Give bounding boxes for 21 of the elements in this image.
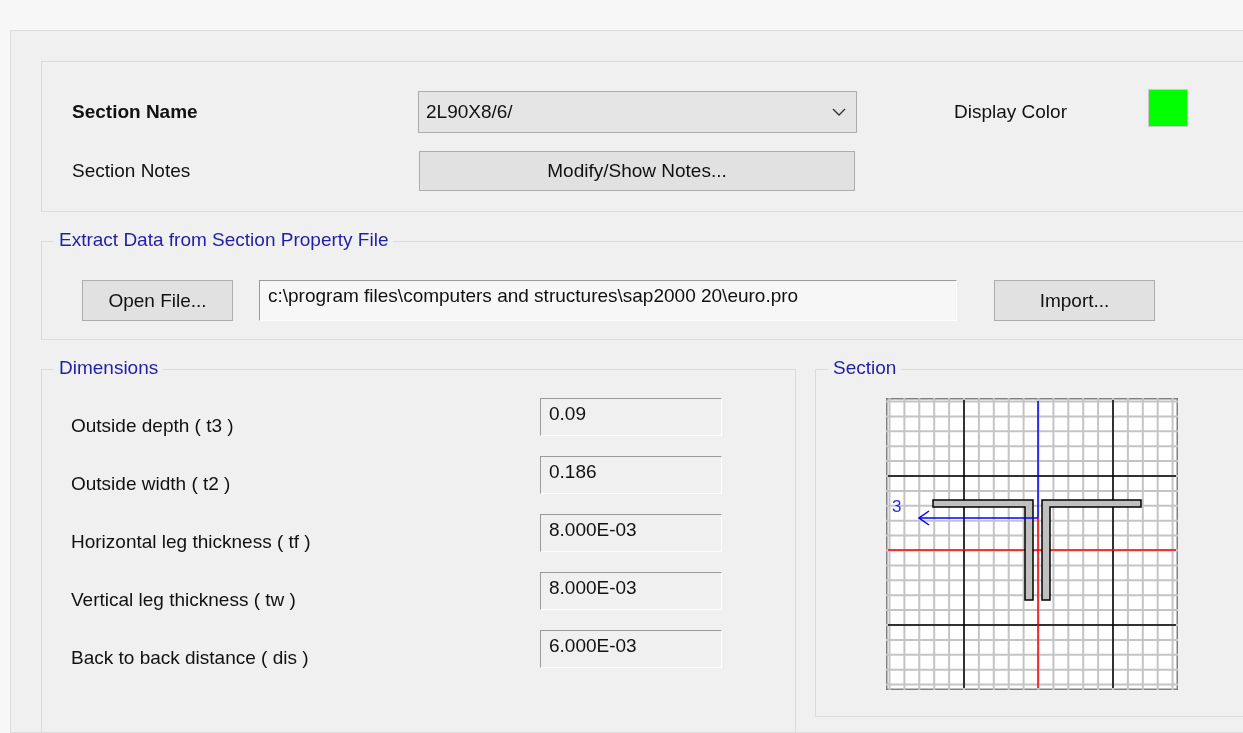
dimension-input[interactable]: 8.000E-03 <box>540 572 722 610</box>
display-color-label: Display Color <box>954 101 1068 123</box>
dimension-input[interactable]: 6.000E-03 <box>540 630 722 668</box>
import-button[interactable]: Import... <box>994 280 1155 321</box>
section-notes-label: Section Notes <box>71 160 192 182</box>
dimension-label: Vertical leg thickness ( tw ) <box>71 588 297 611</box>
dimension-label: Back to back distance ( dis ) <box>71 646 310 669</box>
color-swatch[interactable] <box>1148 89 1188 127</box>
dimension-input[interactable]: 0.09 <box>540 398 722 436</box>
open-file-button[interactable]: Open File... <box>82 280 233 321</box>
dimension-input[interactable]: 0.186 <box>540 456 722 494</box>
file-path-field[interactable]: c:\program files\computers and structures\sap2000 20\euro.pro <box>259 280 957 321</box>
dimension-input[interactable]: 8.000E-03 <box>540 514 722 552</box>
section-name-dropdown[interactable]: 2L90X8/6/ <box>418 91 857 133</box>
chevron-down-icon <box>832 108 846 116</box>
dimension-label: Horizontal leg thickness ( tf ) <box>71 530 312 553</box>
section-name-label: Section Name <box>71 101 199 123</box>
dimension-label: Outside width ( t2 ) <box>71 472 232 495</box>
axis-label: 3 <box>892 497 902 516</box>
modify-notes-button[interactable]: Modify/Show Notes... <box>419 151 855 191</box>
dimension-label: Outside depth ( t3 ) <box>71 414 235 437</box>
